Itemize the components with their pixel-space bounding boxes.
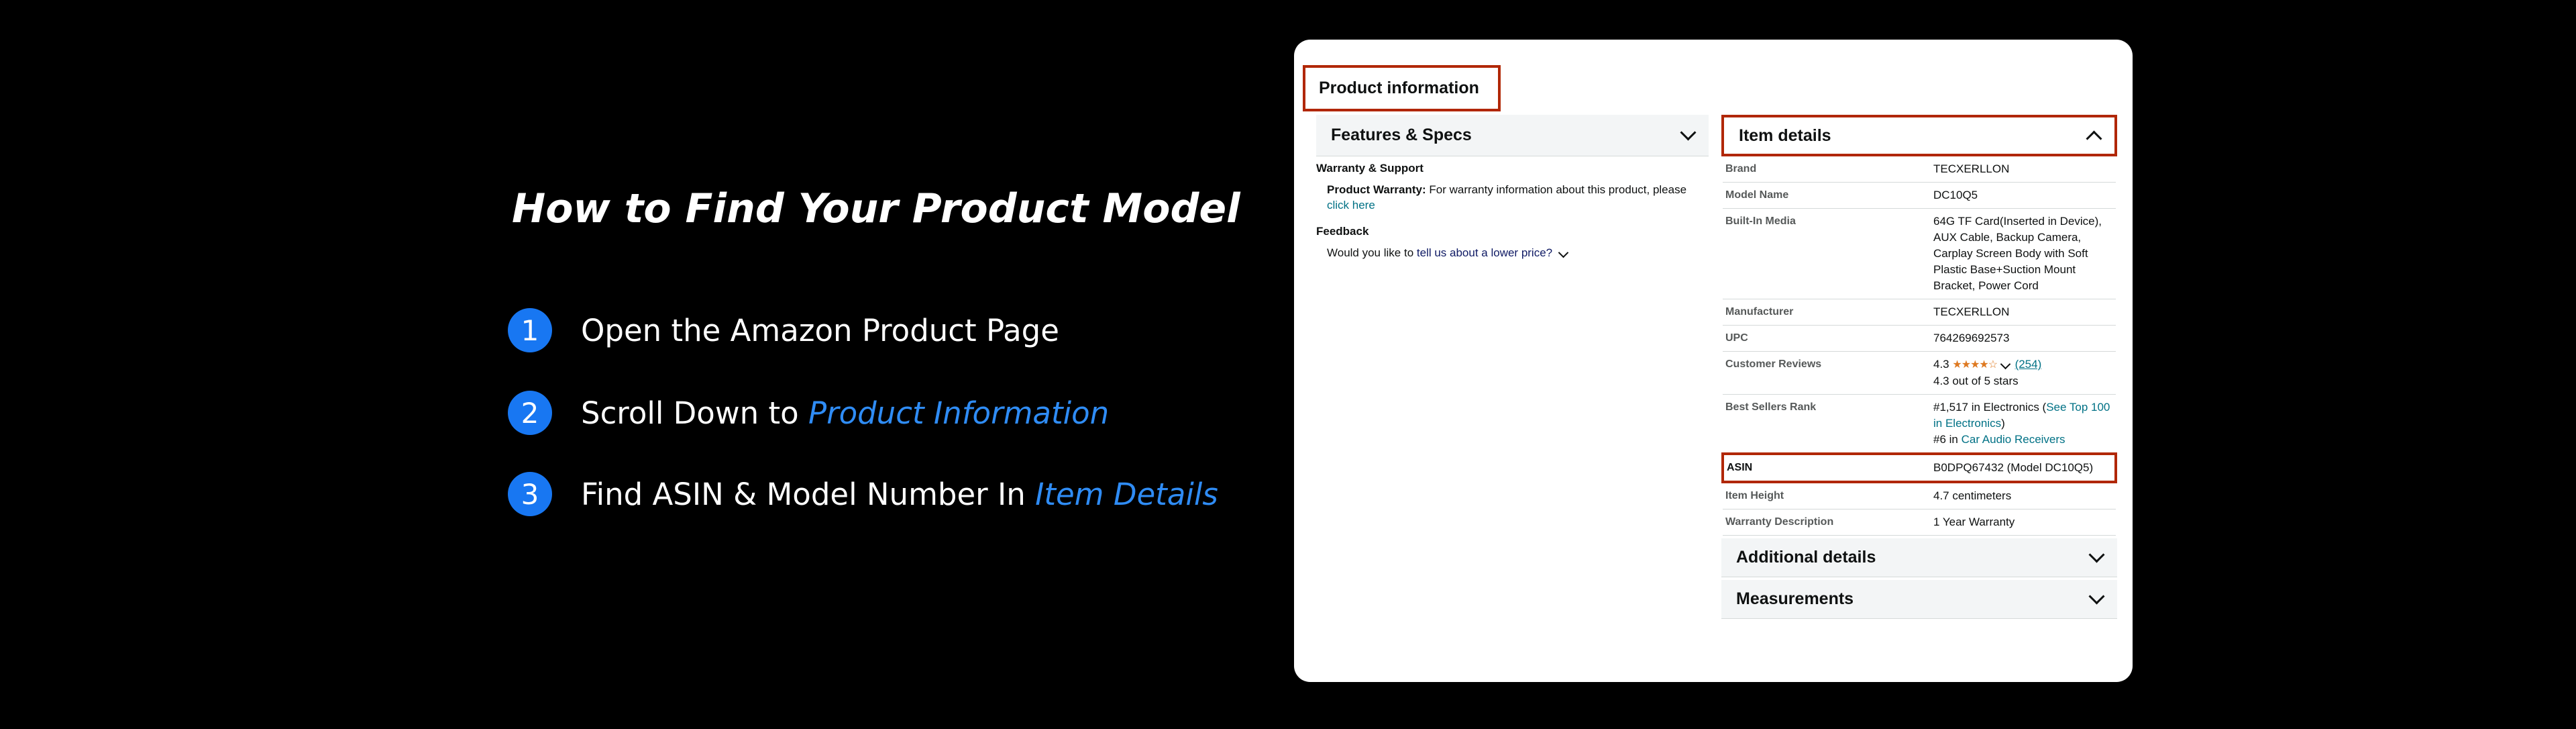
chevron-down-icon [1680, 124, 1697, 141]
features-specs-title: Features & Specs [1331, 126, 1472, 144]
measurements-title: Measurements [1736, 589, 1854, 608]
additional-details-toggle[interactable]: Additional details [1721, 538, 2117, 577]
table-row: Built-In Media 64G TF Card(Inserted in De… [1723, 208, 2116, 299]
features-specs-toggle[interactable]: Features & Specs [1316, 115, 1709, 156]
car-audio-link[interactable]: Car Audio Receivers [1962, 433, 2065, 446]
step-text: Open the Amazon Product Page [581, 312, 1059, 348]
step-text: Find ASIN & Model Number In Item Details [581, 476, 1218, 512]
table-row: Customer Reviews 4.3 ★★★★☆ (254) 4.3 out… [1723, 351, 2116, 395]
measurements-toggle[interactable]: Measurements [1721, 580, 2117, 619]
review-count-link[interactable]: (254) [2015, 358, 2042, 371]
item-details-toggle[interactable]: Item details [1721, 115, 2117, 156]
chevron-down-icon [2088, 546, 2105, 563]
additional-details-title: Additional details [1736, 548, 1876, 567]
lower-price-link[interactable]: tell us about a lower price? [1417, 246, 1552, 259]
table-row: Item Height 4.7 centimeters [1723, 482, 2116, 509]
table-row: Best Sellers Rank #1,517 in Electronics … [1723, 394, 2116, 454]
step-3: 3 Find ASIN & Model Number In Item Detai… [508, 471, 1218, 518]
step-number: 1 [508, 308, 552, 352]
asin-value: B0DPQ67432 (Model DC10Q5) [1931, 452, 2117, 483]
warranty-text: Product Warranty: For warranty informati… [1327, 183, 1687, 211]
table-row: Model Name DC10Q5 [1723, 182, 2116, 209]
product-info-panel: Product information Features & Specs War… [1294, 40, 2133, 682]
warranty-heading: Warranty & Support [1316, 162, 1424, 175]
chevron-down-icon [2000, 358, 2011, 370]
step-1: 1 Open the Amazon Product Page [508, 307, 1059, 354]
step-emphasis: Product Information [808, 395, 1110, 431]
feedback-heading: Feedback [1316, 225, 1369, 238]
chevron-up-icon [2086, 130, 2102, 147]
asin-row: ASIN B0DPQ67432 (Model DC10Q5) [1721, 452, 2117, 483]
table-row: Manufacturer TECXERLLON [1723, 299, 2116, 326]
guide-title: How to Find Your Product Model [512, 185, 1240, 232]
table-row: UPC 764269692573 [1723, 325, 2116, 352]
feedback-text: Would you like to tell us about a lower … [1316, 245, 1716, 260]
item-details-table: Brand TECXERLLON Model Name DC10Q5 Built-I… [1721, 156, 2117, 536]
step-text: Scroll Down to Product Information [581, 395, 1110, 431]
chevron-down-icon [1558, 247, 1569, 258]
item-details-section: Item details Brand TECXERLLON Model Name D… [1721, 115, 2117, 619]
features-section: Features & Specs Warranty & Support Prod… [1316, 115, 1709, 260]
warranty-link[interactable]: click here [1327, 199, 1375, 211]
step-2: 2 Scroll Down to Product Information [508, 389, 1109, 436]
step-emphasis: Item Details [1035, 476, 1218, 512]
item-details-title: Item details [1739, 126, 1831, 145]
chevron-down-icon [2088, 588, 2105, 605]
star-rating[interactable]: ★★★★☆ [1952, 359, 1998, 371]
step-number: 2 [508, 391, 552, 435]
product-info-heading: Product information [1303, 65, 1501, 111]
table-row: Warranty Description 1 Year Warranty [1723, 509, 2116, 536]
step-number: 3 [508, 472, 552, 516]
table-row: Brand TECXERLLON [1723, 156, 2116, 183]
